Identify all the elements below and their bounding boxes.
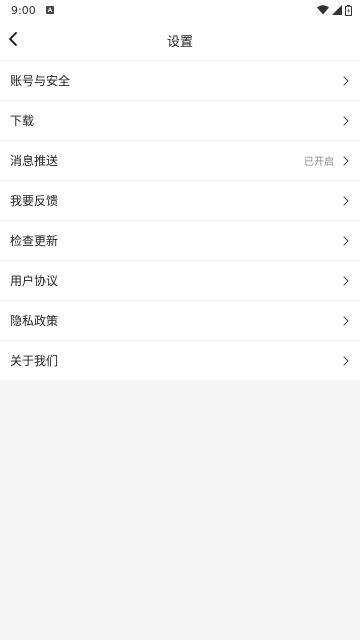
- settings-item-download[interactable]: 下载: [0, 100, 360, 140]
- chevron-right-icon: [343, 236, 349, 246]
- settings-item-label: 关于我们: [10, 354, 59, 368]
- status-right: [317, 4, 352, 16]
- settings-item-label: 我要反馈: [10, 194, 59, 208]
- chevron-right-icon: [343, 276, 349, 286]
- chevron-right-icon: [343, 76, 349, 86]
- chevron-right-icon: [343, 156, 349, 166]
- push-status-value: 已开启: [304, 157, 334, 168]
- settings-item-check-update[interactable]: 检查更新: [0, 220, 360, 260]
- status-bar: 9:00: [0, 0, 360, 20]
- wifi-icon: [317, 5, 329, 15]
- page-title: 设置: [166, 34, 193, 50]
- notification-a-icon: [45, 6, 54, 14]
- status-left: 9:00: [11, 4, 54, 17]
- title-bar: 设置: [0, 20, 360, 60]
- chevron-right-icon: [343, 356, 349, 366]
- chevron-right-icon: [343, 196, 349, 206]
- settings-item-account-security[interactable]: 账号与安全: [0, 60, 360, 100]
- back-button[interactable]: [2, 28, 24, 50]
- settings-item-label: 消息推送: [10, 154, 59, 168]
- settings-item-label: 隐私政策: [10, 314, 59, 328]
- settings-list: 账号与安全 下载 消息推送 已开启 我要反馈 检查更新 用户协议 隐私政策 关于…: [0, 60, 360, 380]
- settings-item-privacy-policy[interactable]: 隐私政策: [0, 300, 360, 340]
- settings-item-user-agreement[interactable]: 用户协议: [0, 260, 360, 300]
- status-time: 9:00: [11, 3, 36, 17]
- settings-item-feedback[interactable]: 我要反馈: [0, 180, 360, 220]
- settings-item-label: 用户协议: [10, 274, 59, 288]
- settings-item-label: 检查更新: [10, 234, 59, 248]
- battery-icon: [345, 4, 352, 16]
- settings-item-label: 下载: [10, 114, 35, 128]
- settings-item-about-us[interactable]: 关于我们: [0, 340, 360, 380]
- empty-background: [0, 380, 360, 640]
- settings-item-push-notifications[interactable]: 消息推送 已开启: [0, 140, 360, 180]
- settings-item-label: 账号与安全: [10, 74, 71, 88]
- signal-icon: [332, 5, 342, 15]
- chevron-right-icon: [343, 116, 349, 126]
- chevron-right-icon: [343, 316, 349, 326]
- chevron-left-icon: [9, 32, 17, 46]
